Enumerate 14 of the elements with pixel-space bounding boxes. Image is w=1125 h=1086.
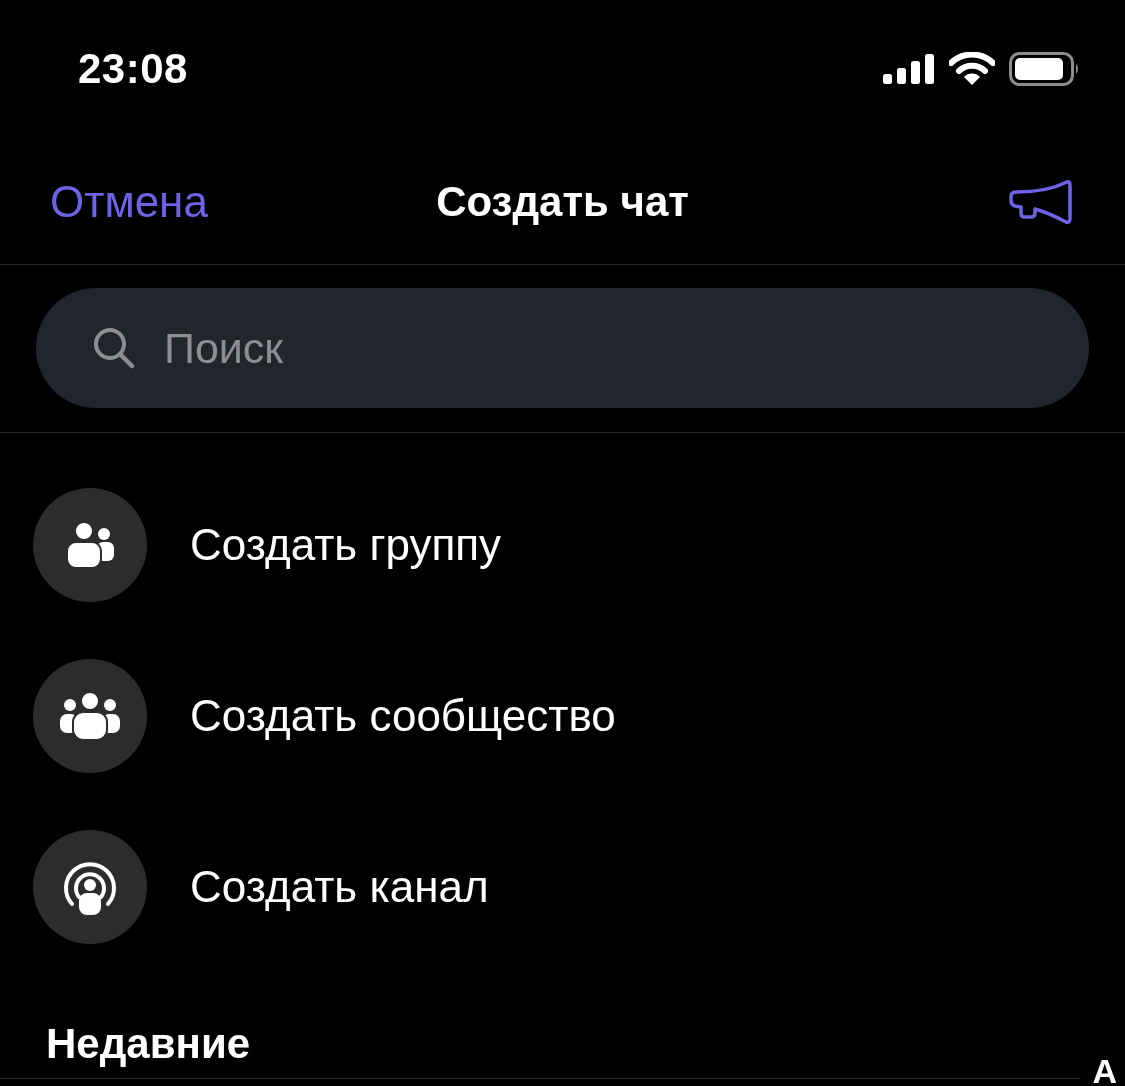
- cancel-button[interactable]: Отмена: [50, 177, 208, 227]
- status-time: 23:08: [78, 45, 188, 93]
- battery-icon: [1009, 52, 1081, 86]
- signal-icon: [883, 54, 935, 84]
- wifi-icon: [949, 52, 995, 86]
- section-header: Недавние: [46, 1020, 251, 1067]
- action-item[interactable]: Создать канал: [0, 830, 1125, 944]
- screen-title: Создать чат: [436, 178, 689, 226]
- index-letter[interactable]: А: [1092, 1052, 1117, 1086]
- action-item[interactable]: Создать группу: [0, 488, 1125, 602]
- search-field[interactable]: Поиск: [36, 288, 1089, 408]
- action-item[interactable]: Создать сообщество: [0, 659, 1125, 773]
- megaphone-icon[interactable]: [1007, 179, 1073, 225]
- group-icon: [59, 692, 121, 740]
